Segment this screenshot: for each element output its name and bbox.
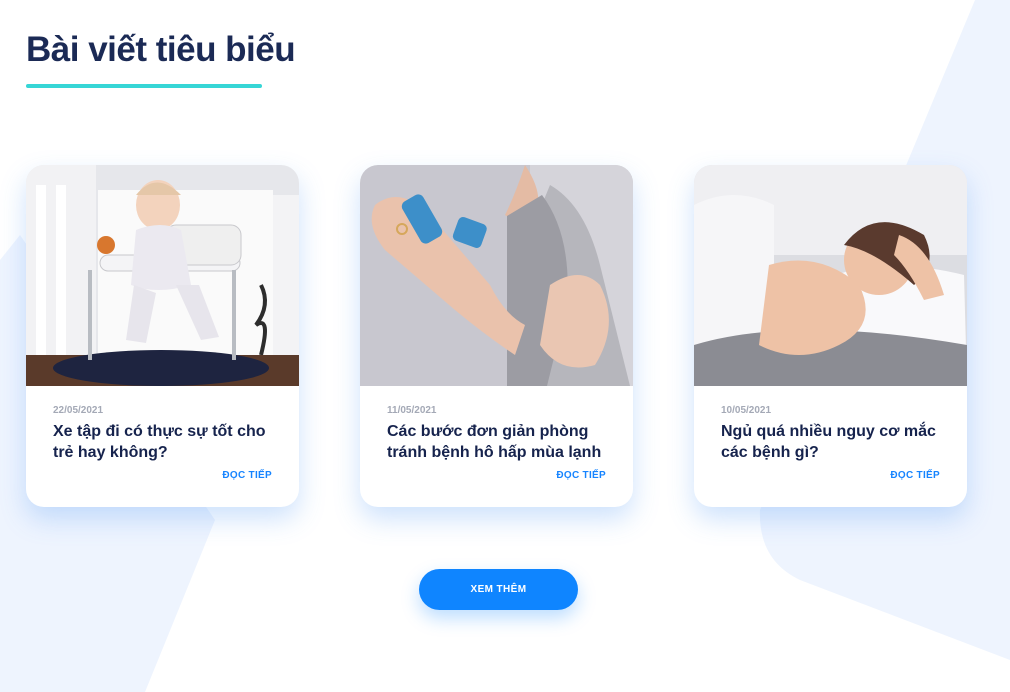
- article-title[interactable]: Xe tập đi có thực sự tốt cho trẻ hay khô…: [53, 421, 283, 463]
- view-more-button[interactable]: XEM THÊM: [419, 569, 578, 610]
- article-date: 22/05/2021: [53, 405, 104, 416]
- article-card[interactable]: 11/05/2021 Các bước đơn giản phòng tránh…: [360, 165, 633, 507]
- article-card[interactable]: 10/05/2021 Ngủ quá nhiều nguy cơ mắc các…: [694, 165, 967, 507]
- article-date: 11/05/2021: [387, 405, 437, 416]
- article-title[interactable]: Các bước đơn giản phòng tránh bệnh hô hấ…: [387, 421, 617, 463]
- article-image-sleeping-woman[interactable]: [694, 165, 967, 386]
- read-more-link[interactable]: ĐỌC TIẾP: [556, 470, 606, 481]
- article-card[interactable]: 22/05/2021 Xe tập đi có thực sự tốt cho …: [26, 165, 299, 507]
- read-more-link[interactable]: ĐỌC TIẾP: [890, 470, 940, 481]
- article-date: 10/05/2021: [721, 405, 772, 416]
- section-title-underline: [26, 84, 262, 88]
- article-image-inhaler[interactable]: [360, 165, 633, 386]
- article-image-baby-walker[interactable]: [26, 165, 299, 386]
- article-title[interactable]: Ngủ quá nhiều nguy cơ mắc các bệnh gì?: [721, 421, 951, 463]
- section-title: Bài viết tiêu biểu: [26, 30, 296, 69]
- read-more-link[interactable]: ĐỌC TIẾP: [222, 470, 272, 481]
